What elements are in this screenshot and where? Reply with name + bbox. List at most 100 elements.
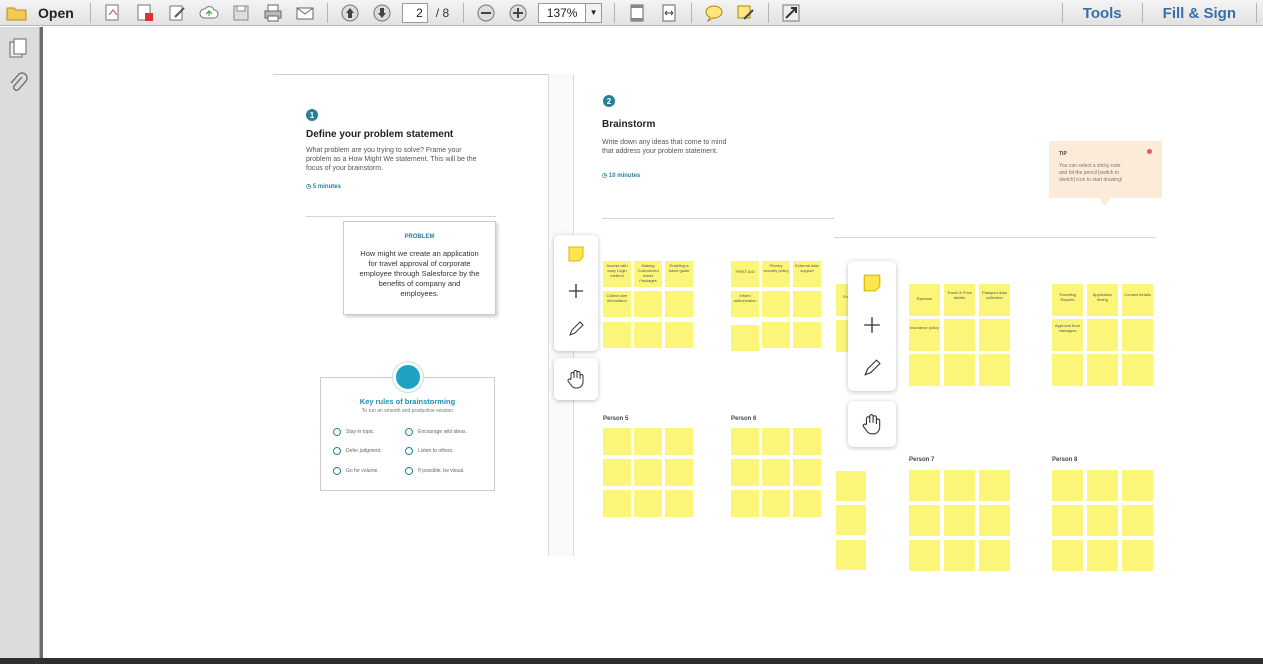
- sticky-note[interactable]: [836, 471, 866, 501]
- sticky-note[interactable]: [909, 540, 940, 571]
- highlight-text-icon[interactable]: [733, 2, 759, 24]
- sticky-note[interactable]: [1087, 540, 1118, 571]
- sticky-note[interactable]: [762, 291, 790, 317]
- sticky-note[interactable]: [665, 459, 693, 486]
- sticky-note[interactable]: [793, 322, 821, 348]
- sticky-note[interactable]: [944, 540, 975, 571]
- sticky-note[interactable]: [944, 319, 975, 351]
- add-plus-icon[interactable]: [554, 283, 598, 299]
- sticky-note[interactable]: [979, 540, 1010, 571]
- sticky-note[interactable]: [793, 459, 821, 486]
- sticky-note[interactable]: Application timing: [1087, 284, 1118, 316]
- sticky-note[interactable]: Travelling Reports: [1052, 284, 1083, 316]
- sticky-note[interactable]: [979, 319, 1010, 351]
- sticky-note[interactable]: [762, 428, 790, 455]
- sticky-note[interactable]: [762, 322, 790, 348]
- sticky-note[interactable]: Access with easy Login method: [603, 261, 631, 287]
- sticky-note[interactable]: FIRST AID: [731, 261, 759, 287]
- sticky-note[interactable]: [634, 490, 662, 517]
- sticky-note-tool-icon[interactable]: [848, 273, 896, 293]
- tools-link[interactable]: Tools: [1069, 5, 1136, 22]
- sticky-note[interactable]: [665, 322, 693, 348]
- sticky-note[interactable]: [793, 291, 821, 317]
- sticky-note[interactable]: Approval from managers: [1052, 319, 1083, 351]
- sticky-note[interactable]: [944, 470, 975, 501]
- sticky-note[interactable]: External data support: [793, 261, 821, 287]
- sticky-note[interactable]: [762, 490, 790, 517]
- add-plus-icon[interactable]: [848, 316, 896, 334]
- print-icon[interactable]: [260, 2, 286, 24]
- sticky-note[interactable]: [1087, 470, 1118, 501]
- sticky-note[interactable]: [944, 354, 975, 386]
- sticky-note[interactable]: [1122, 540, 1153, 571]
- sticky-note[interactable]: [979, 354, 1010, 386]
- sticky-note[interactable]: Passport data collection: [979, 284, 1010, 316]
- export-pdf-icon[interactable]: [132, 2, 158, 24]
- sticky-note[interactable]: [731, 490, 759, 517]
- pencil-icon[interactable]: [554, 321, 598, 337]
- sticky-note[interactable]: Expense: [909, 284, 940, 316]
- sticky-note[interactable]: [793, 428, 821, 455]
- sticky-note[interactable]: [762, 459, 790, 486]
- sticky-note[interactable]: [731, 428, 759, 455]
- sticky-note[interactable]: [1122, 354, 1153, 386]
- sticky-note[interactable]: [731, 325, 759, 351]
- page-thumbnails-icon[interactable]: [6, 37, 30, 61]
- sticky-note[interactable]: [979, 470, 1010, 501]
- sticky-note[interactable]: [603, 459, 631, 486]
- sticky-note[interactable]: [634, 322, 662, 348]
- sticky-note[interactable]: [731, 459, 759, 486]
- sticky-note[interactable]: [1087, 505, 1118, 536]
- edit-document-icon[interactable]: [164, 2, 190, 24]
- sticky-note[interactable]: [1052, 470, 1083, 501]
- pencil-icon[interactable]: [848, 359, 896, 377]
- sticky-note[interactable]: [603, 322, 631, 348]
- hand-pan-icon[interactable]: [848, 413, 896, 435]
- sticky-note[interactable]: [1122, 470, 1153, 501]
- attachments-paperclip-icon[interactable]: [6, 71, 30, 95]
- sticky-note[interactable]: Enabling a travel guide: [665, 261, 693, 287]
- zoom-out-icon[interactable]: [473, 2, 499, 24]
- hand-pan-icon[interactable]: [554, 369, 598, 389]
- sticky-note[interactable]: [979, 505, 1010, 536]
- sticky-note[interactable]: [665, 428, 693, 455]
- comment-icon[interactable]: [701, 2, 727, 24]
- sticky-note[interactable]: [1052, 354, 1083, 386]
- sticky-note[interactable]: [1087, 354, 1118, 386]
- sticky-note[interactable]: Travel & Price details: [944, 284, 975, 316]
- sticky-note[interactable]: [634, 428, 662, 455]
- sticky-note[interactable]: Privacy security policy: [762, 261, 790, 287]
- email-icon[interactable]: [292, 2, 318, 24]
- fit-width-icon[interactable]: [656, 2, 682, 24]
- sticky-note[interactable]: [1052, 505, 1083, 536]
- open-button[interactable]: Open: [0, 0, 84, 26]
- fill-sign-link[interactable]: Fill & Sign: [1149, 5, 1250, 22]
- sticky-note[interactable]: [665, 291, 693, 317]
- sticky-note[interactable]: [665, 490, 693, 517]
- sticky-note-tool-icon[interactable]: [554, 245, 598, 263]
- expand-icon[interactable]: [778, 2, 804, 24]
- zoom-level-field[interactable]: 137%: [538, 2, 587, 23]
- sticky-note[interactable]: [909, 470, 940, 501]
- sticky-note[interactable]: [634, 291, 662, 317]
- sticky-note[interactable]: Making Customized travel Packages: [634, 261, 662, 287]
- sticky-note[interactable]: [944, 505, 975, 536]
- sticky-note[interactable]: [836, 505, 866, 535]
- sticky-note[interactable]: [1087, 319, 1118, 351]
- previous-page-icon[interactable]: [337, 2, 363, 24]
- sticky-note[interactable]: [836, 540, 866, 570]
- sticky-note[interactable]: Insurance policy: [909, 319, 940, 351]
- next-page-icon[interactable]: [369, 2, 395, 24]
- sticky-note[interactable]: Contact details: [1122, 284, 1153, 316]
- sticky-note[interactable]: [793, 490, 821, 517]
- create-pdf-icon[interactable]: [100, 2, 126, 24]
- sticky-note[interactable]: [909, 505, 940, 536]
- sticky-note[interactable]: [603, 428, 631, 455]
- sticky-note[interactable]: Inform authorization: [731, 291, 759, 317]
- sticky-note[interactable]: Collect user information: [603, 291, 631, 317]
- save-icon[interactable]: [228, 2, 254, 24]
- zoom-dropdown-chevron-icon[interactable]: ▼: [586, 2, 603, 23]
- sticky-note[interactable]: [909, 354, 940, 386]
- sticky-note[interactable]: [1052, 540, 1083, 571]
- sticky-note[interactable]: [1122, 319, 1153, 351]
